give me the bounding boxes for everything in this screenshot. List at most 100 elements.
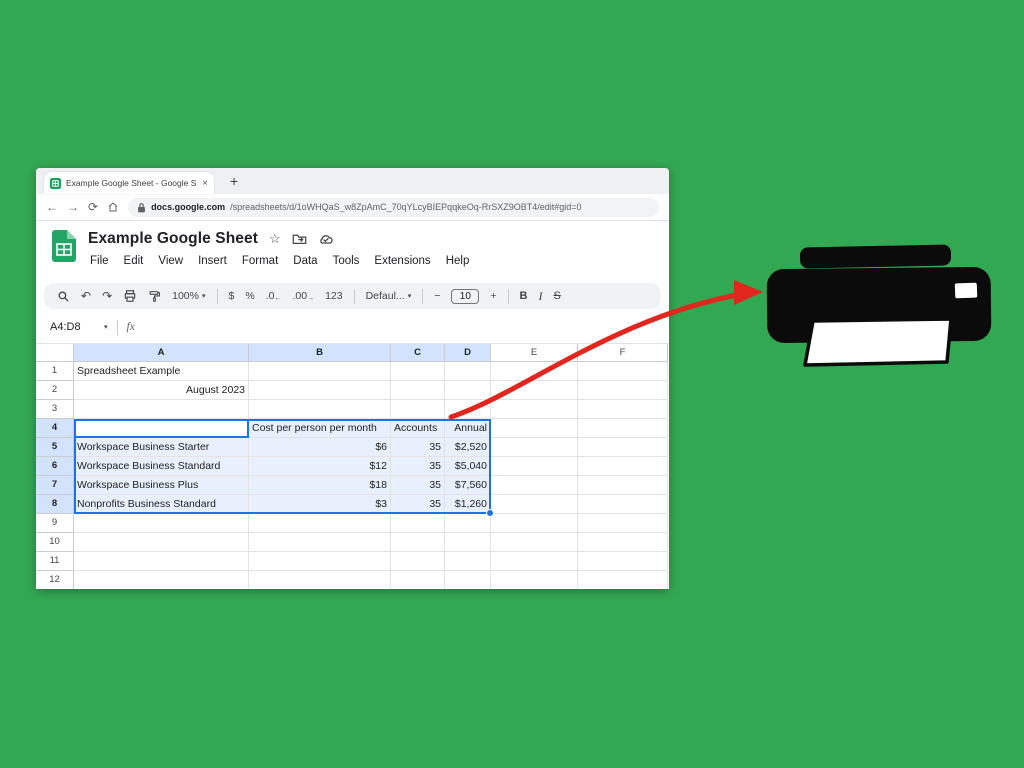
cell-B6[interactable]: $12 — [249, 457, 391, 476]
row-header-4[interactable]: 4 — [36, 419, 74, 438]
cell-A4[interactable] — [74, 419, 249, 438]
menu-view[interactable]: View — [158, 255, 183, 267]
cell-C3[interactable] — [391, 400, 445, 419]
row-header-7[interactable]: 7 — [36, 476, 74, 495]
cloud-status-icon[interactable] — [318, 233, 334, 245]
menu-file[interactable]: File — [90, 255, 109, 267]
select-all-corner[interactable] — [36, 344, 74, 362]
cell-A1[interactable]: Spreadsheet Example — [74, 362, 249, 381]
menu-help[interactable]: Help — [446, 255, 470, 267]
decrease-decimal-button[interactable]: .0← — [266, 290, 282, 302]
row-header-5[interactable]: 5 — [36, 438, 74, 457]
bold-button[interactable]: B — [520, 290, 528, 302]
menu-extensions[interactable]: Extensions — [374, 255, 430, 267]
forward-icon[interactable]: → — [67, 201, 79, 213]
row-header-6[interactable]: 6 — [36, 457, 74, 476]
cell-B11[interactable] — [249, 552, 391, 571]
decrease-font-size-button[interactable]: − — [434, 290, 440, 302]
star-icon[interactable]: ☆ — [269, 231, 281, 247]
cell-E4[interactable] — [491, 419, 578, 438]
cell-B2[interactable] — [249, 381, 391, 400]
cell-F11[interactable] — [578, 552, 668, 571]
cell-F6[interactable] — [578, 457, 668, 476]
cell-B5[interactable]: $6 — [249, 438, 391, 457]
cell-E1[interactable] — [491, 362, 578, 381]
currency-format-button[interactable]: $ — [229, 290, 235, 302]
cell-F8[interactable] — [578, 495, 668, 514]
italic-button[interactable]: I — [538, 289, 542, 304]
percent-format-button[interactable]: % — [245, 290, 254, 302]
name-box[interactable]: A4:D8 — [50, 321, 92, 333]
cell-C1[interactable] — [391, 362, 445, 381]
column-header-B[interactable]: B — [249, 344, 391, 362]
cell-D11[interactable] — [445, 552, 491, 571]
cell-B1[interactable] — [249, 362, 391, 381]
undo-icon[interactable]: ↶ — [81, 290, 91, 302]
cell-B3[interactable] — [249, 400, 391, 419]
strikethrough-button[interactable]: S — [553, 290, 560, 302]
cell-A6[interactable]: Workspace Business Standard — [74, 457, 249, 476]
cell-F10[interactable] — [578, 533, 668, 552]
cell-B4[interactable]: Cost per person per month — [249, 419, 391, 438]
increase-font-size-button[interactable]: + — [490, 290, 496, 302]
cell-E5[interactable] — [491, 438, 578, 457]
cell-F1[interactable] — [578, 362, 668, 381]
move-folder-icon[interactable] — [292, 233, 307, 245]
cell-D2[interactable] — [445, 381, 491, 400]
cell-A7[interactable]: Workspace Business Plus — [74, 476, 249, 495]
cell-E3[interactable] — [491, 400, 578, 419]
new-tab-button[interactable]: + — [224, 171, 244, 191]
cell-B12[interactable] — [249, 571, 391, 589]
back-icon[interactable]: ← — [46, 201, 58, 213]
row-header-11[interactable]: 11 — [36, 552, 74, 571]
cell-E7[interactable] — [491, 476, 578, 495]
font-select[interactable]: Defaul... ▾ — [366, 290, 412, 302]
cell-E12[interactable] — [491, 571, 578, 589]
cell-F7[interactable] — [578, 476, 668, 495]
zoom-select[interactable]: 100% ▾ — [172, 290, 205, 302]
menu-format[interactable]: Format — [242, 255, 278, 267]
cell-A10[interactable] — [74, 533, 249, 552]
cell-B8[interactable]: $3 — [249, 495, 391, 514]
search-icon[interactable] — [57, 290, 70, 303]
cell-A11[interactable] — [74, 552, 249, 571]
cell-F12[interactable] — [578, 571, 668, 589]
row-header-2[interactable]: 2 — [36, 381, 74, 400]
cell-C2[interactable] — [391, 381, 445, 400]
column-header-E[interactable]: E — [491, 344, 578, 362]
cell-C11[interactable] — [391, 552, 445, 571]
menu-tools[interactable]: Tools — [333, 255, 360, 267]
column-header-D[interactable]: D — [445, 344, 491, 362]
row-header-1[interactable]: 1 — [36, 362, 74, 381]
cell-D9[interactable] — [445, 514, 491, 533]
reload-icon[interactable]: ⟳ — [88, 201, 98, 213]
browser-tab[interactable]: Example Google Sheet - Google S × — [44, 172, 214, 194]
row-header-12[interactable]: 12 — [36, 571, 74, 589]
cell-D5[interactable]: $2,520 — [445, 438, 491, 457]
cell-C7[interactable]: 35 — [391, 476, 445, 495]
cell-C4[interactable]: Accounts — [391, 419, 445, 438]
more-formats-button[interactable]: 123 — [325, 290, 343, 302]
font-size-input[interactable]: 10 — [451, 289, 479, 304]
increase-decimal-button[interactable]: .00→ — [292, 290, 314, 302]
cell-A3[interactable] — [74, 400, 249, 419]
cell-E8[interactable] — [491, 495, 578, 514]
column-header-F[interactable]: F — [578, 344, 668, 362]
cell-E10[interactable] — [491, 533, 578, 552]
cell-F2[interactable] — [578, 381, 668, 400]
cell-E2[interactable] — [491, 381, 578, 400]
cell-A9[interactable] — [74, 514, 249, 533]
cell-D1[interactable] — [445, 362, 491, 381]
cell-E9[interactable] — [491, 514, 578, 533]
cell-A8[interactable]: Nonprofits Business Standard — [74, 495, 249, 514]
cell-B7[interactable]: $18 — [249, 476, 391, 495]
redo-icon[interactable]: ↷ — [102, 290, 112, 302]
address-input[interactable]: docs.google.com/spreadsheets/d/1oWHQaS_w… — [128, 198, 659, 217]
row-header-3[interactable]: 3 — [36, 400, 74, 419]
column-header-A[interactable]: A — [74, 344, 249, 362]
row-header-9[interactable]: 9 — [36, 514, 74, 533]
cell-C8[interactable]: 35 — [391, 495, 445, 514]
cell-D12[interactable] — [445, 571, 491, 589]
doc-title[interactable]: Example Google Sheet — [88, 230, 258, 248]
cell-F3[interactable] — [578, 400, 668, 419]
